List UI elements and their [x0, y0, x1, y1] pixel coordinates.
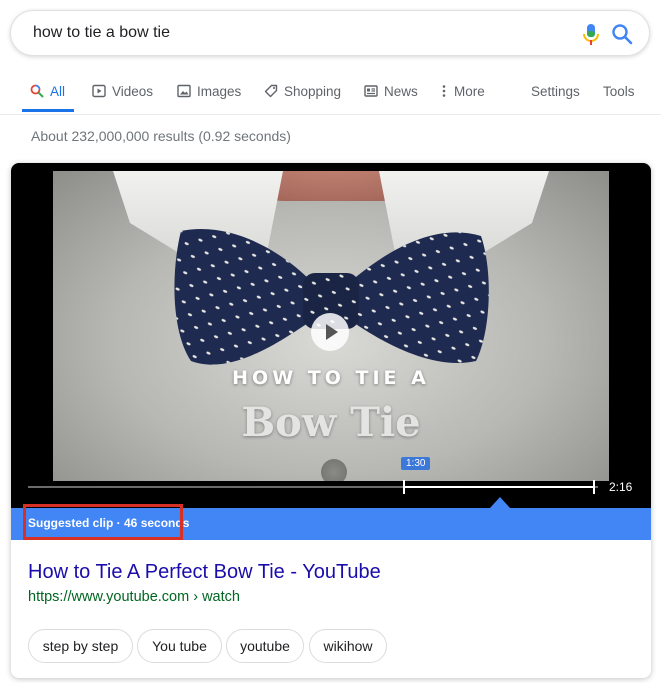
- tab-videos-label: Videos: [112, 83, 154, 99]
- tab-all-label: All: [50, 83, 66, 99]
- chip-youtube[interactable]: youtube: [226, 629, 304, 663]
- video-overlay-title: Bow Tie: [241, 399, 421, 446]
- more-vert-icon: [442, 85, 446, 97]
- image-icon: [177, 84, 191, 98]
- microphone-icon[interactable]: [581, 23, 601, 47]
- tabs-divider: [0, 114, 661, 115]
- result-stats: About 232,000,000 results (0.92 seconds): [31, 128, 291, 144]
- chip-you-tube[interactable]: You tube: [137, 629, 222, 663]
- tab-images-label: Images: [197, 83, 242, 99]
- tab-shopping-label: Shopping: [284, 83, 342, 99]
- tab-images[interactable]: Images: [177, 70, 241, 112]
- video-thumbnail[interactable]: HOW TO TIE A Bow Tie: [53, 171, 609, 481]
- shirt-button: [321, 459, 347, 481]
- chip-wikihow[interactable]: wikihow: [309, 629, 387, 663]
- search-icon: [30, 84, 44, 98]
- active-tab-indicator: [22, 109, 74, 112]
- tab-news[interactable]: News: [364, 70, 418, 112]
- suggested-clip-highlight-box: [23, 504, 183, 540]
- video-player[interactable]: HOW TO TIE A Bow Tie 1:30 2:16: [11, 163, 651, 508]
- tab-shopping[interactable]: Shopping: [264, 70, 341, 112]
- tab-all[interactable]: All: [30, 70, 65, 112]
- video-duration: 2:16: [609, 480, 633, 494]
- featured-video-card: HOW TO TIE A Bow Tie 1:30 2:16 Suggested…: [11, 163, 651, 678]
- search-icon[interactable]: [611, 23, 633, 45]
- suggested-clip-pointer: [490, 497, 510, 508]
- clip-start-time: 1:30: [401, 457, 431, 470]
- tab-settings[interactable]: Settings: [531, 70, 580, 112]
- clip-start-marker[interactable]: [403, 480, 405, 494]
- tag-icon: [264, 84, 278, 98]
- tab-more[interactable]: More: [440, 70, 485, 112]
- tab-tools-label: Tools: [603, 83, 635, 99]
- chip-label: youtube: [240, 638, 290, 654]
- tab-tools[interactable]: Tools: [603, 70, 635, 112]
- search-tabs: All Videos Images Shopping News More Set…: [0, 70, 661, 115]
- chip-label: step by step: [42, 638, 119, 654]
- tab-settings-label: Settings: [531, 83, 580, 99]
- search-input[interactable]: how to tie a bow tie: [33, 24, 170, 42]
- chip-step-by-step[interactable]: step by step: [28, 629, 133, 663]
- bow-tie-image: [174, 229, 489, 365]
- clip-end-marker[interactable]: [593, 480, 595, 494]
- news-icon: [364, 85, 378, 97]
- tab-videos[interactable]: Videos: [92, 70, 153, 112]
- chip-label: wikihow: [323, 638, 373, 654]
- tab-more-label: More: [454, 83, 485, 99]
- video-icon: [92, 84, 106, 98]
- result-title-link[interactable]: How to Tie A Perfect Bow Tie - YouTube: [28, 561, 381, 584]
- chip-label: You tube: [152, 638, 207, 654]
- result-url[interactable]: https://www.youtube.com › watch: [28, 589, 240, 605]
- video-overlay-subtitle: HOW TO TIE A: [232, 367, 430, 389]
- tab-news-label: News: [384, 83, 418, 99]
- play-button[interactable]: [311, 313, 349, 351]
- suggested-clip-range[interactable]: [403, 486, 593, 488]
- search-bar[interactable]: how to tie a bow tie: [10, 10, 650, 56]
